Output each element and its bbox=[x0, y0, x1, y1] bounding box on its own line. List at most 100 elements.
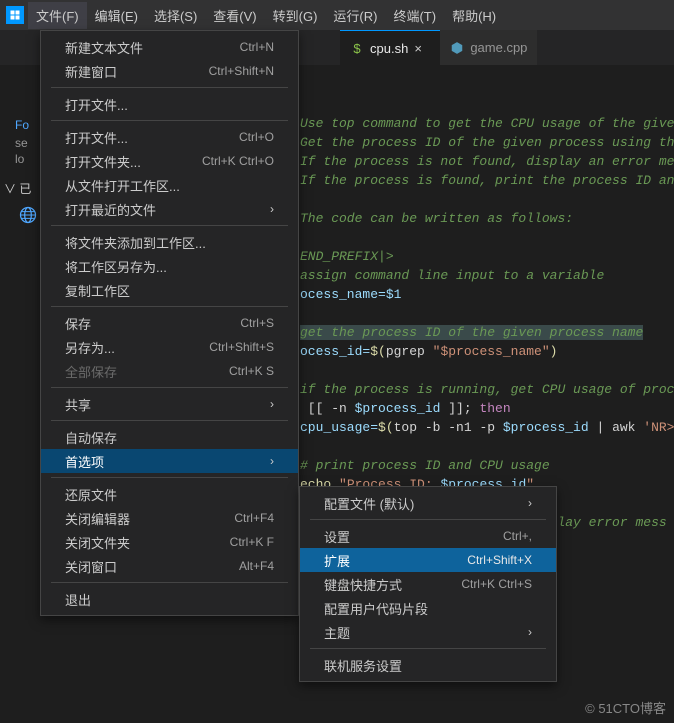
menu-item[interactable]: 打开文件夹... Ctrl+K Ctrl+O bbox=[41, 149, 298, 173]
menu-item[interactable]: 打开最近的文件› bbox=[41, 197, 298, 221]
menu-item[interactable]: 共享› bbox=[41, 392, 298, 416]
tab-label: game.cpp bbox=[470, 40, 527, 55]
menu-item-label: 联机服务设置 bbox=[324, 656, 402, 675]
menu-separator bbox=[51, 477, 288, 478]
code-token: ]]; bbox=[440, 401, 479, 416]
menu-item[interactable]: 关闭文件夹 Ctrl+K F bbox=[41, 530, 298, 554]
menu-item[interactable]: 打开文件... bbox=[41, 92, 298, 116]
menu-item[interactable]: 复制工作区 bbox=[41, 278, 298, 302]
menu-shortcut: Ctrl+Shift+N bbox=[209, 64, 274, 78]
chevron-right-icon: › bbox=[528, 496, 532, 510]
menu-shortcut: Ctrl+Shift+X bbox=[467, 553, 532, 567]
menu-run[interactable]: 运行(R) bbox=[325, 2, 385, 29]
menu-item-label: 关闭窗口 bbox=[65, 557, 117, 576]
menu-item-label: 自动保存 bbox=[65, 428, 117, 447]
menu-separator bbox=[310, 648, 546, 649]
menu-terminal[interactable]: 终端(T) bbox=[385, 2, 444, 29]
menu-file[interactable]: 文件(F) bbox=[28, 2, 87, 29]
chevron-right-icon: › bbox=[270, 454, 274, 468]
menu-item[interactable]: 保存 Ctrl+S bbox=[41, 311, 298, 335]
code-token: ocess_name= bbox=[300, 287, 386, 302]
tab-cpu-sh[interactable]: $ cpu.sh × bbox=[340, 30, 440, 65]
menu-item-label: 打开文件... bbox=[65, 95, 128, 114]
menu-item[interactable]: 另存为... Ctrl+Shift+S bbox=[41, 335, 298, 359]
menu-item-label: 打开最近的文件 bbox=[65, 200, 156, 219]
menu-item-label: 退出 bbox=[65, 590, 91, 609]
menu-shortcut: Ctrl+F4 bbox=[234, 511, 274, 525]
explorer-fragment: Fo bbox=[15, 118, 29, 132]
menu-item[interactable]: 从文件打开工作区... bbox=[41, 173, 298, 197]
app-logo bbox=[6, 6, 24, 24]
preferences-submenu: 配置文件 (默认)› 设置Ctrl+, 扩展 Ctrl+Shift+X 键盘快捷方式Ct… bbox=[299, 486, 557, 682]
menu-item-label: 新建窗口 bbox=[65, 62, 117, 81]
chevron-right-icon: › bbox=[270, 397, 274, 411]
menu-item[interactable]: 设置Ctrl+, bbox=[300, 524, 556, 548]
menu-item[interactable]: 新建文本文件Ctrl+N bbox=[41, 35, 298, 59]
menu-item[interactable]: 打开文件...Ctrl+O bbox=[41, 125, 298, 149]
code-token: | awk bbox=[589, 420, 644, 435]
comment: Use top command to get the CPU usage of … bbox=[300, 116, 674, 131]
code-token: ocess_id= bbox=[300, 344, 370, 359]
menu-goto[interactable]: 转到(G) bbox=[265, 2, 326, 29]
menu-item[interactable]: 关闭编辑器Ctrl+F4 bbox=[41, 506, 298, 530]
menu-item: 全部保存Ctrl+K S bbox=[41, 359, 298, 383]
section-chevron[interactable]: ∨ 已 bbox=[4, 180, 31, 197]
menu-item[interactable]: 配置用户代码片段 bbox=[300, 596, 556, 620]
comment: The code can be written as follows: bbox=[300, 211, 573, 226]
menu-shortcut: Ctrl+Shift+S bbox=[209, 340, 274, 354]
menu-separator bbox=[51, 225, 288, 226]
explorer-fragment: lo bbox=[15, 152, 24, 166]
code-token: top -b -n1 -p bbox=[394, 420, 503, 435]
menu-item[interactable]: 扩展 Ctrl+Shift+X bbox=[300, 548, 556, 572]
menu-item[interactable]: 键盘快捷方式Ctrl+K Ctrl+S bbox=[300, 572, 556, 596]
code-token: then bbox=[479, 401, 510, 416]
menu-select[interactable]: 选择(S) bbox=[146, 2, 205, 29]
code-token: "$process_name" bbox=[433, 344, 550, 359]
code-token: 'NR>7 bbox=[643, 420, 674, 435]
menu-separator bbox=[51, 306, 288, 307]
code-token: $( bbox=[378, 420, 394, 435]
globe-icon[interactable] bbox=[18, 205, 38, 228]
comment: assign command line input to a variable bbox=[300, 268, 604, 283]
menu-item-label: 首选项 bbox=[65, 452, 104, 471]
menu-item[interactable]: 新建窗口 Ctrl+Shift+N bbox=[41, 59, 298, 83]
comment: END_PREFIX|> bbox=[300, 249, 394, 264]
menu-item-label: 扩展 bbox=[324, 551, 350, 570]
menu-item[interactable]: 首选项 › bbox=[41, 449, 298, 473]
comment: lay error mess bbox=[557, 515, 666, 530]
code-token: pgrep bbox=[386, 344, 433, 359]
comment: If the process is found, print the proce… bbox=[300, 173, 674, 188]
tab-game-cpp[interactable]: game.cpp bbox=[440, 30, 537, 65]
close-icon[interactable]: × bbox=[414, 41, 430, 56]
menu-item-label: 新建文本文件 bbox=[65, 38, 143, 57]
menu-item[interactable]: 配置文件 (默认)› bbox=[300, 491, 556, 515]
menu-item-label: 保存 bbox=[65, 314, 91, 333]
menu-shortcut: Alt+F4 bbox=[239, 559, 274, 573]
menu-item[interactable]: 联机服务设置 bbox=[300, 653, 556, 677]
menu-item[interactable]: 将文件夹添加到工作区... bbox=[41, 230, 298, 254]
code-token: cpu_usage= bbox=[300, 420, 378, 435]
menu-item[interactable]: 自动保存 bbox=[41, 425, 298, 449]
menu-item[interactable]: 主题› bbox=[300, 620, 556, 644]
menu-shortcut: Ctrl+K Ctrl+O bbox=[202, 154, 274, 168]
menu-item[interactable]: 关闭窗口 Alt+F4 bbox=[41, 554, 298, 578]
menu-item[interactable]: 退出 bbox=[41, 587, 298, 611]
menu-help[interactable]: 帮助(H) bbox=[444, 2, 504, 29]
menu-item[interactable]: 将工作区另存为... bbox=[41, 254, 298, 278]
code-token: $process_id bbox=[355, 401, 441, 416]
menu-edit[interactable]: 编辑(E) bbox=[87, 2, 146, 29]
menu-item[interactable]: 还原文件 bbox=[41, 482, 298, 506]
menu-item-label: 打开文件夹... bbox=[65, 152, 141, 171]
menu-separator bbox=[51, 420, 288, 421]
menu-item-label: 另存为... bbox=[65, 338, 115, 357]
code-token: ) bbox=[550, 344, 558, 359]
menu-shortcut: Ctrl+K S bbox=[229, 364, 274, 378]
menu-item-label: 关闭文件夹 bbox=[65, 533, 130, 552]
menu-shortcut: Ctrl+O bbox=[239, 130, 274, 144]
menu-shortcut: Ctrl+K F bbox=[230, 535, 274, 549]
comment-highlight: get the process ID of the given process … bbox=[300, 325, 643, 340]
menu-shortcut: Ctrl+S bbox=[240, 316, 274, 330]
menu-view[interactable]: 查看(V) bbox=[205, 2, 264, 29]
comment: if the process is running, get CPU usage… bbox=[300, 382, 674, 397]
shell-file-icon: $ bbox=[350, 41, 364, 55]
